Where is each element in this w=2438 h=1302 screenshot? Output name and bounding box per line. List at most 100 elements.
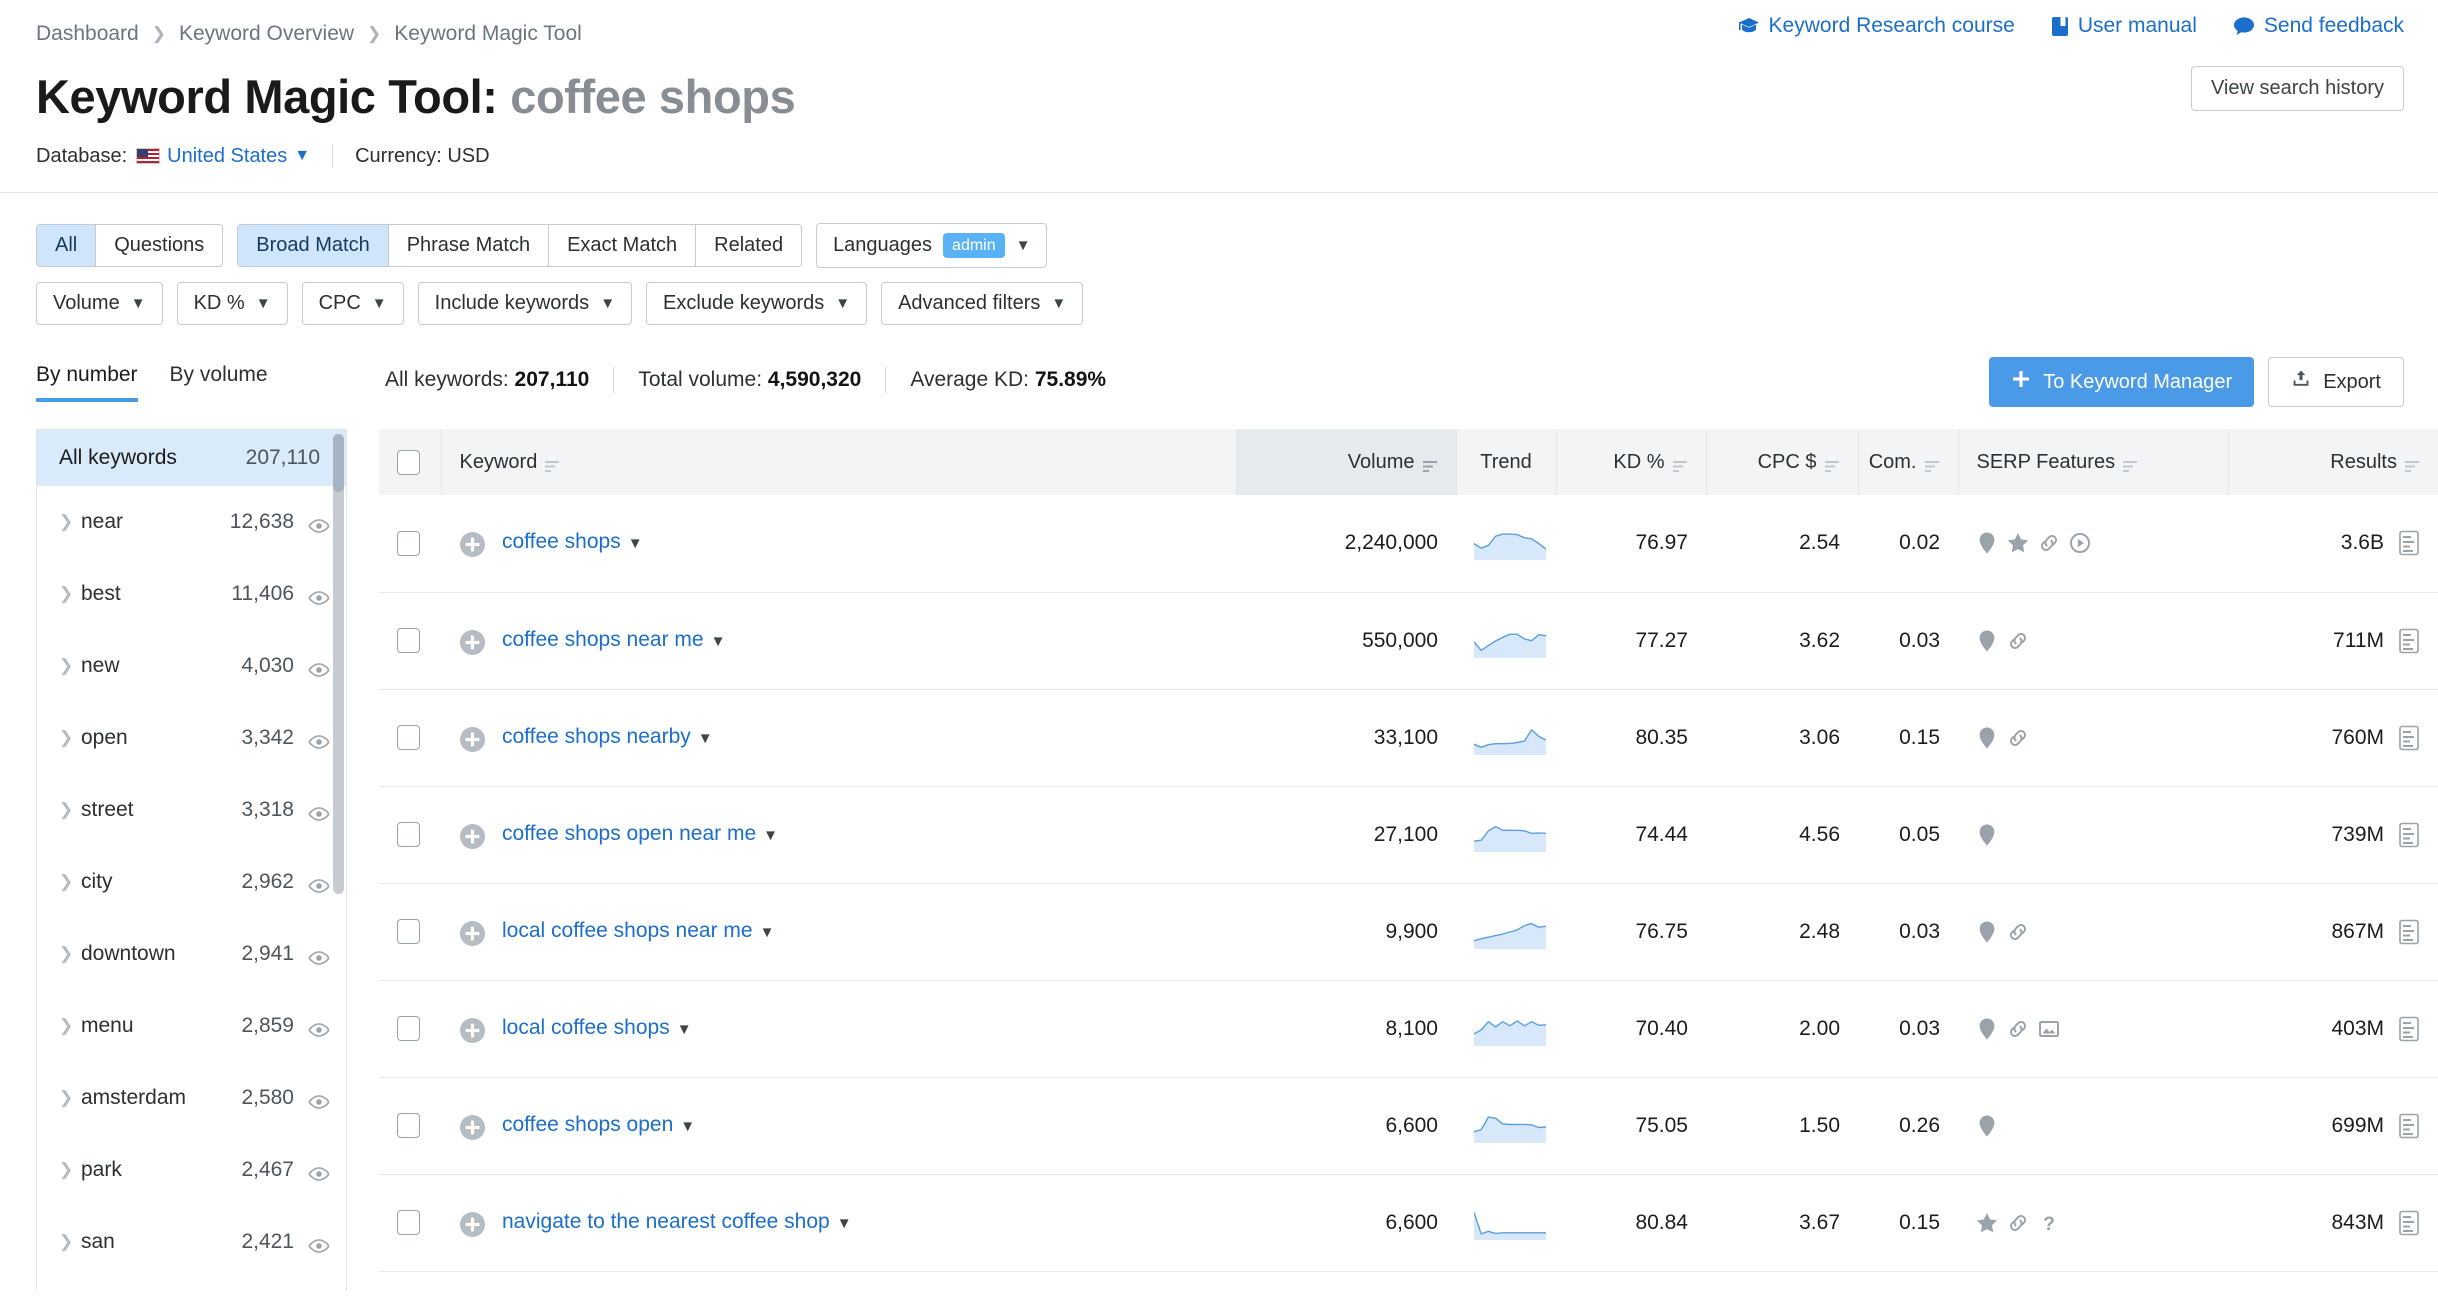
- languages-dropdown[interactable]: Languages admin ▼: [816, 223, 1048, 269]
- advanced-filters-dropdown[interactable]: Advanced filters ▼: [881, 282, 1084, 326]
- add-keyword-icon[interactable]: [459, 920, 486, 947]
- row-checkbox[interactable]: [397, 1210, 420, 1236]
- sidebar-item[interactable]: ❯ park 2,467: [37, 1134, 346, 1206]
- sidebar-item[interactable]: ❯ menu 2,859: [37, 990, 346, 1062]
- column-header-cpc[interactable]: CPC $: [1706, 429, 1859, 496]
- chevron-right-icon[interactable]: ❯: [59, 944, 81, 964]
- column-header-volume[interactable]: Volume: [1236, 429, 1457, 496]
- question-mark-icon[interactable]: ?: [2038, 1211, 2060, 1235]
- kd-filter-dropdown[interactable]: KD % ▼: [176, 282, 288, 326]
- link-icon[interactable]: [2007, 629, 2029, 653]
- keyword-dropdown-icon[interactable]: ▼: [760, 924, 775, 941]
- image-icon[interactable]: [2038, 1017, 2060, 1041]
- sidebar-item[interactable]: ❯ city 2,962: [37, 846, 346, 918]
- match-tab-phrase[interactable]: Phrase Match: [388, 225, 550, 267]
- star-icon[interactable]: [2007, 531, 2029, 555]
- eye-icon[interactable]: [308, 1019, 330, 1037]
- eye-icon[interactable]: [308, 875, 330, 893]
- sidebar-item[interactable]: ❯ street 3,318: [37, 774, 346, 846]
- map-pin-icon[interactable]: [1976, 629, 1998, 653]
- chevron-right-icon[interactable]: ❯: [59, 512, 81, 532]
- table-row[interactable]: local coffee shops near me ▼ 9,900 76.75 2.4…: [379, 883, 2438, 981]
- database-value[interactable]: United States: [167, 145, 287, 168]
- add-keyword-icon[interactable]: [459, 531, 486, 558]
- map-pin-icon[interactable]: [1976, 726, 1998, 750]
- sidebar-item[interactable]: ❯ best 11,406: [37, 558, 346, 630]
- serp-report-icon[interactable]: [2398, 822, 2420, 848]
- add-keyword-icon[interactable]: [459, 823, 486, 850]
- sidebar-scrollbar-thumb[interactable]: [333, 434, 344, 493]
- volume-filter-dropdown[interactable]: Volume ▼: [36, 282, 163, 326]
- eye-icon[interactable]: [308, 1235, 330, 1253]
- add-keyword-icon[interactable]: [459, 629, 486, 656]
- serp-report-icon[interactable]: [2398, 919, 2420, 945]
- tab-by-volume[interactable]: By volume: [170, 363, 268, 402]
- sidebar-scrollbar[interactable]: [333, 434, 344, 895]
- keyword-dropdown-icon[interactable]: ▼: [763, 827, 778, 844]
- user-manual-link[interactable]: User manual: [2051, 14, 2197, 38]
- breadcrumb-item-0[interactable]: Dashboard: [36, 22, 139, 46]
- chevron-right-icon[interactable]: ❯: [59, 800, 81, 820]
- map-pin-icon[interactable]: [1976, 823, 1998, 847]
- link-icon[interactable]: [2007, 1017, 2029, 1041]
- sidebar-item[interactable]: ❯ amsterdam 2,580: [37, 1062, 346, 1134]
- link-icon[interactable]: [2038, 531, 2060, 555]
- eye-icon[interactable]: [308, 1163, 330, 1181]
- exclude-keywords-dropdown[interactable]: Exclude keywords ▼: [646, 282, 868, 326]
- match-tab-exact[interactable]: Exact Match: [549, 225, 697, 267]
- chevron-right-icon[interactable]: ❯: [59, 1160, 81, 1180]
- chevron-right-icon[interactable]: ❯: [59, 1088, 81, 1108]
- table-row[interactable]: coffee shops ▼ 2,240,000 76.97 2.54 0.02 3.6B: [379, 495, 2438, 593]
- keyword-link[interactable]: local coffee shops near me ▼: [502, 917, 774, 945]
- eye-icon[interactable]: [308, 731, 330, 749]
- add-keyword-icon[interactable]: [459, 1017, 486, 1044]
- table-row[interactable]: coffee shops nearby ▼ 33,100 80.35 3.06 0.15 7…: [379, 689, 2438, 787]
- row-checkbox[interactable]: [397, 725, 420, 751]
- scope-tab-questions[interactable]: Questions: [96, 225, 223, 267]
- serp-report-icon[interactable]: [2398, 1210, 2420, 1236]
- eye-icon[interactable]: [308, 587, 330, 605]
- eye-icon[interactable]: [308, 947, 330, 965]
- match-tab-broad[interactable]: Broad Match: [238, 225, 389, 267]
- map-pin-icon[interactable]: [1976, 920, 1998, 944]
- link-icon[interactable]: [2007, 1211, 2029, 1235]
- breadcrumb-item-1[interactable]: Keyword Overview: [179, 22, 354, 46]
- map-pin-icon[interactable]: [1976, 531, 1998, 555]
- table-row[interactable]: coffee shops near me ▼ 550,000 77.27 3.62 0.0…: [379, 592, 2438, 690]
- eye-icon[interactable]: [308, 659, 330, 677]
- serp-report-icon[interactable]: [2398, 725, 2420, 751]
- add-keyword-icon[interactable]: [459, 1211, 486, 1238]
- table-row[interactable]: local coffee shops ▼ 8,100 70.40 2.00 0.03 403…: [379, 980, 2438, 1078]
- keyword-dropdown-icon[interactable]: ▼: [677, 1021, 692, 1038]
- keyword-dropdown-icon[interactable]: ▼: [628, 535, 643, 552]
- serp-report-icon[interactable]: [2398, 530, 2420, 556]
- serp-report-icon[interactable]: [2398, 1016, 2420, 1042]
- sidebar-item[interactable]: ❯ open 3,342: [37, 702, 346, 774]
- match-tab-related[interactable]: Related: [696, 225, 802, 267]
- keyword-link[interactable]: coffee shops nearby ▼: [502, 723, 713, 751]
- table-row[interactable]: coffee shops open near me ▼ 27,100 74.44 4.5…: [379, 786, 2438, 884]
- sidebar-item[interactable]: ❯ near 12,638: [37, 486, 346, 558]
- add-keyword-icon[interactable]: [459, 726, 486, 753]
- keyword-link[interactable]: coffee shops ▼: [502, 528, 643, 556]
- chevron-right-icon[interactable]: ❯: [59, 584, 81, 604]
- include-keywords-dropdown[interactable]: Include keywords ▼: [417, 282, 633, 326]
- keyword-research-course-link[interactable]: Keyword Research course: [1738, 14, 2015, 38]
- row-checkbox[interactable]: [397, 1016, 420, 1042]
- star-icon[interactable]: [1976, 1211, 1998, 1235]
- eye-icon[interactable]: [308, 1091, 330, 1109]
- chevron-right-icon[interactable]: ❯: [59, 728, 81, 748]
- tab-by-number[interactable]: By number: [36, 363, 138, 403]
- export-button[interactable]: Export: [2268, 357, 2404, 408]
- send-feedback-link[interactable]: Send feedback: [2233, 14, 2404, 38]
- sidebar-item[interactable]: ❯st2,333: [37, 1278, 346, 1291]
- keyword-link[interactable]: coffee shops open ▼: [502, 1111, 695, 1139]
- chevron-right-icon[interactable]: ❯: [59, 1232, 81, 1252]
- sidebar-item[interactable]: ❯ downtown 2,941: [37, 918, 346, 990]
- row-checkbox[interactable]: [397, 919, 420, 945]
- eye-icon[interactable]: [308, 515, 330, 533]
- select-all-checkbox[interactable]: [397, 449, 420, 475]
- link-icon[interactable]: [2007, 726, 2029, 750]
- table-row[interactable]: the coffee shop▼6,600 73.021.680.03?+42.2…: [379, 1271, 2438, 1302]
- row-checkbox[interactable]: [397, 1113, 420, 1139]
